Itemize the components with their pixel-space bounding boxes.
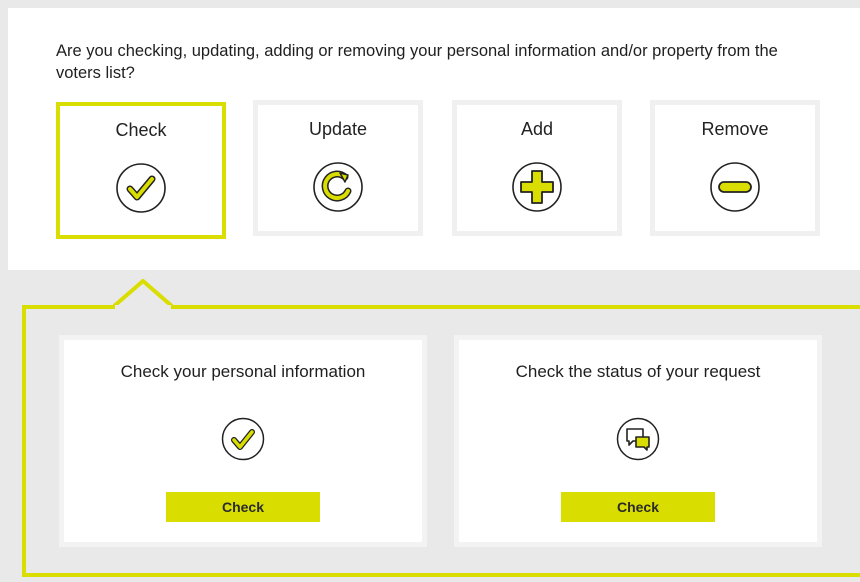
checkmark-icon [221, 417, 265, 461]
option-check-label: Check [115, 120, 167, 140]
question-panel: Are you checking, updating, adding or re… [8, 8, 860, 270]
check-request-status-button[interactable]: Check [561, 492, 715, 522]
panel-pointer [113, 279, 173, 309]
card-check-personal-info: Check your personal information Check [59, 335, 427, 547]
question-text: Are you checking, updating, adding or re… [56, 42, 778, 82]
option-update-label: Update [308, 119, 368, 139]
checkmark-icon [116, 163, 166, 213]
option-add-label: Add [520, 119, 554, 139]
card-check-request-status: Check the status of your request Check [454, 335, 822, 547]
card-title: Check the status of your request [515, 362, 761, 381]
card-title: Check your personal information [120, 362, 366, 381]
plus-icon [512, 162, 562, 212]
option-remove[interactable]: Remove [650, 100, 820, 236]
option-check[interactable]: Check [56, 102, 226, 239]
option-update[interactable]: Update [253, 100, 423, 236]
option-remove-label: Remove [701, 119, 769, 139]
check-personal-info-button[interactable]: Check [166, 492, 320, 522]
option-add[interactable]: Add [452, 100, 622, 236]
minus-icon [710, 162, 760, 212]
refresh-icon [313, 162, 363, 212]
chat-bubbles-icon [616, 417, 660, 461]
